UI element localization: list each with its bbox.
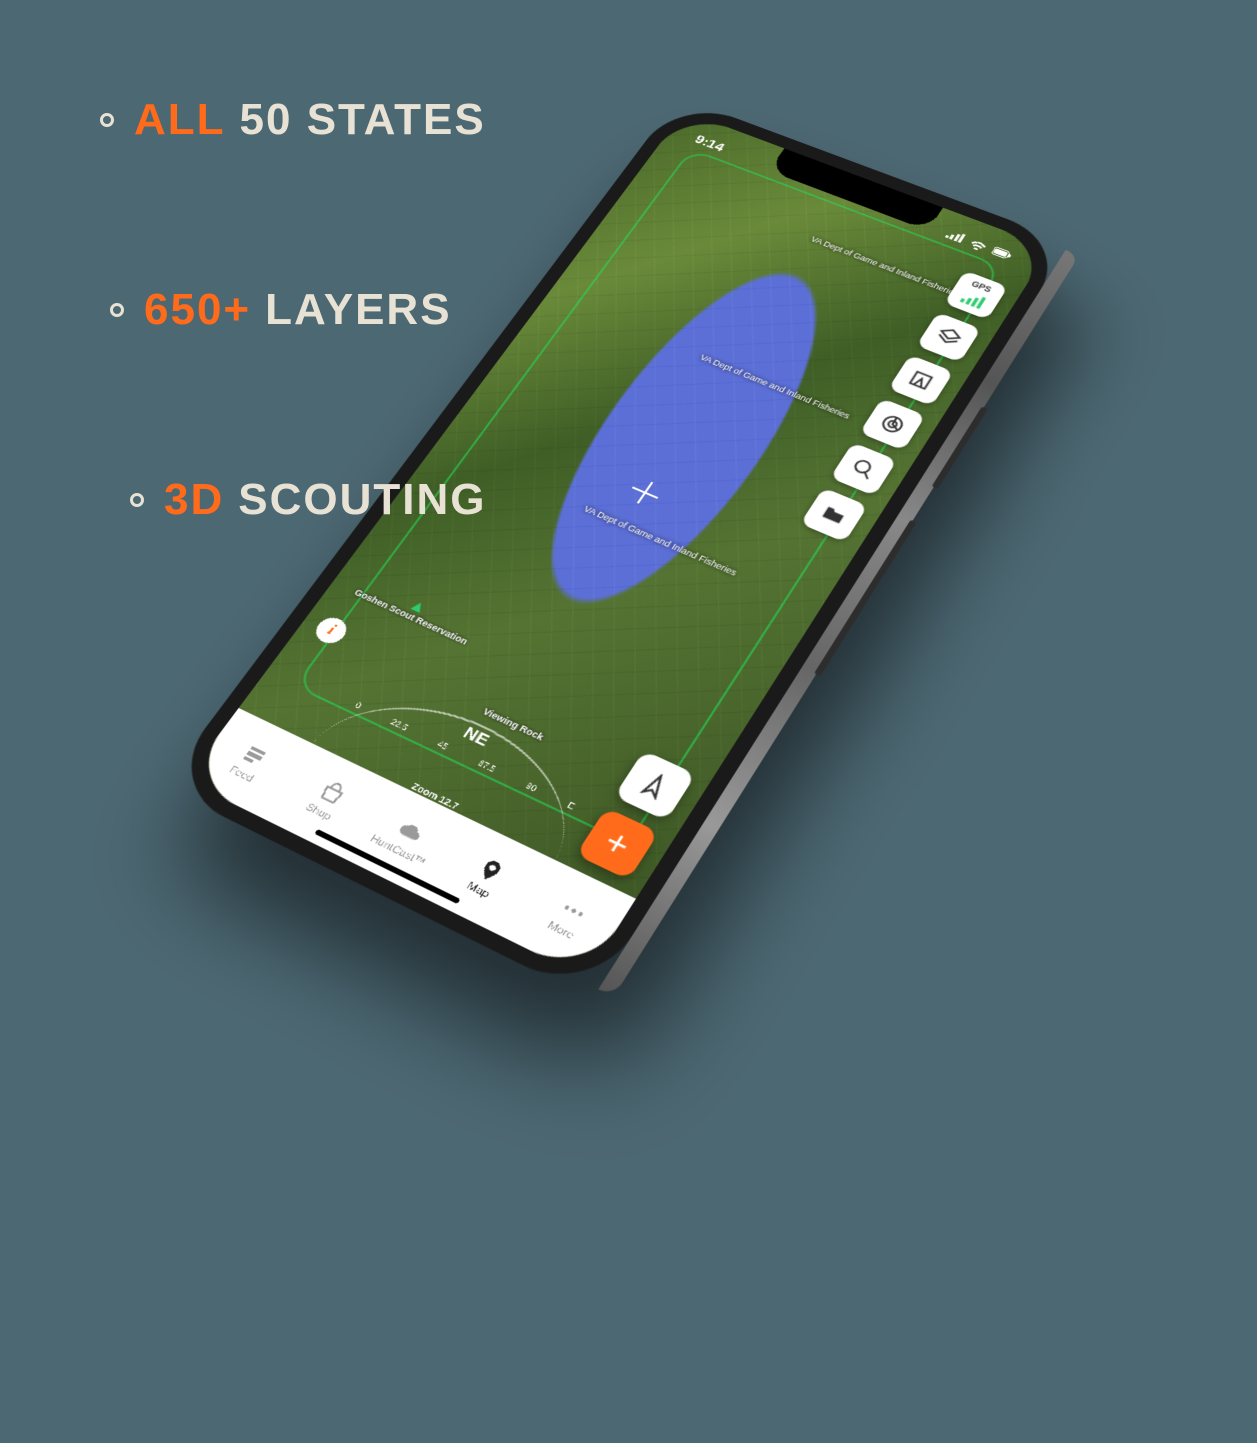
feed-icon — [237, 740, 273, 770]
callout-text: LAYERS — [265, 285, 451, 335]
callout-text: 50 STATES — [240, 95, 486, 145]
shop-icon — [314, 777, 350, 808]
callout-accent: 650+ — [144, 285, 251, 335]
north-arrow-icon — [635, 768, 675, 802]
cloud-icon — [393, 815, 430, 847]
plus-icon: + — [596, 821, 638, 865]
feature-callouts: ALL 50 STATES 650+ LAYERS 3D SCOUTING — [100, 95, 486, 525]
callout-accent: ALL — [134, 95, 226, 145]
callout-dot — [100, 113, 114, 127]
pin-icon — [473, 854, 510, 886]
signal-icon — [943, 227, 967, 244]
callout-layers: 650+ LAYERS — [110, 285, 486, 335]
radar-icon — [876, 411, 909, 437]
callout-dot — [130, 493, 144, 507]
folder-icon — [817, 501, 851, 528]
map-owner-label: VA Dept of Game and Inland Fisheries — [698, 353, 852, 421]
layers-icon — [933, 325, 965, 350]
compass-tick: 90 — [493, 781, 539, 839]
wifi-icon — [967, 236, 991, 253]
callout-accent: 3D — [164, 475, 224, 525]
basemap-icon — [905, 367, 938, 393]
map-poi-goshen[interactable]: Goshen Scout Reservation — [352, 578, 477, 647]
map-owner-label: VA Dept of Game and Inland Fisheries — [582, 504, 739, 577]
map-owner-label: VA Dept of Game and Inland Fisheries — [809, 236, 960, 300]
more-icon — [555, 894, 592, 927]
search-icon — [847, 456, 881, 483]
callout-dot — [110, 303, 124, 317]
callout-text: SCOUTING — [238, 475, 486, 525]
callout-3d-scouting: 3D SCOUTING — [130, 475, 486, 525]
callout-50-states: ALL 50 STATES — [100, 95, 486, 145]
crosshair-icon — [625, 477, 665, 509]
battery-icon — [990, 245, 1014, 262]
